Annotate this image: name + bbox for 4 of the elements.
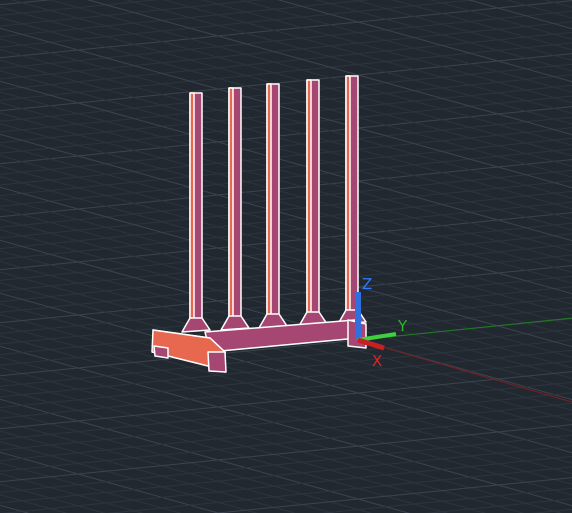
axis-label: Z [362,275,372,293]
axis-label: Y [398,317,408,335]
axis-gizmo-drawing [355,292,396,350]
axis-label: X [372,352,382,370]
